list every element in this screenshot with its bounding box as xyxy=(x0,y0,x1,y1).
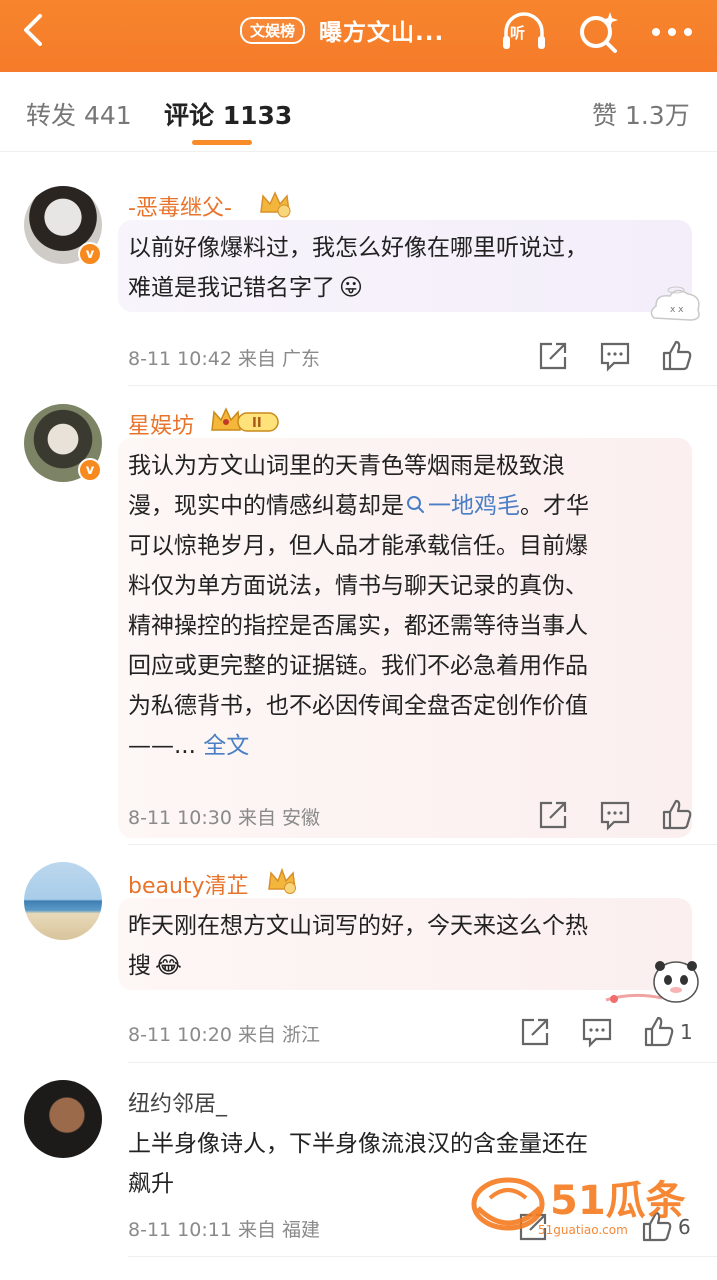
repost-icon[interactable] xyxy=(536,339,570,373)
comment-location: 来自 浙江 xyxy=(237,1024,321,1046)
comment-text-line: 料仅为单方面说法，情书与聊天记录的真伪、 xyxy=(128,573,588,599)
divider xyxy=(128,385,717,386)
crown-badge-icon xyxy=(260,191,291,218)
like-icon[interactable] xyxy=(660,798,694,832)
username[interactable]: 纽约邻居_ xyxy=(128,1086,227,1118)
header-title-group[interactable]: 文娱榜 曝方文山... xyxy=(240,12,444,48)
reply-icon[interactable] xyxy=(598,339,632,373)
comment-bubble: 我认为方文山词里的天青色等烟雨是极致浪 漫，现实中的情感纠葛却是 一地鸡毛。才华 … xyxy=(118,438,692,838)
comment-sheet: 转发 441 评论 1133 赞 1.3万 v -恶毒继父- 以前好像爆料过，我… xyxy=(0,72,717,1280)
username[interactable]: 星娱坊 xyxy=(128,408,194,440)
comment-text-line: ——... xyxy=(128,733,196,759)
listen-label: 听 xyxy=(510,24,526,42)
tongue-emoji-icon: 😛 xyxy=(339,275,363,301)
username[interactable]: beauty清芷 xyxy=(128,868,249,900)
comment-text-line: 昨天刚在想方文山词写的好，今天来这么个热 xyxy=(128,913,588,939)
crown-badge-icon xyxy=(268,867,296,894)
comment-time: 8-11 10:30 xyxy=(128,807,232,829)
search-link[interactable]: 一地鸡毛 xyxy=(404,493,520,519)
panda-sticker-icon xyxy=(605,961,699,1003)
tab-likes[interactable]: 赞 1.3万 xyxy=(592,96,690,132)
comment-text-line: 为私德背书，也不必因传闻全盘否定创作价值 xyxy=(128,693,588,719)
comment-location: 来自 安徽 xyxy=(237,807,321,829)
comment-meta: 8-11 10:30 来自 安徽 xyxy=(128,803,320,830)
search-icon xyxy=(407,496,424,513)
tab-comments[interactable]: 评论 1133 xyxy=(164,96,292,132)
watermark-url: 51guatiao.com xyxy=(538,1223,628,1237)
cloud-sticker-icon: x x xyxy=(650,286,700,321)
verified-icon: v xyxy=(78,458,102,482)
more-icon[interactable] xyxy=(648,8,696,56)
comment-location: 来自 广东 xyxy=(237,348,321,370)
comment-meta: 8-11 10:42 来自 广东 xyxy=(128,344,320,371)
comment-bubble: 以前好像爆料过，我怎么好像在哪里听说过， 难道是我记错名字了 😛 xyxy=(118,220,692,312)
svg-text:x x: x x xyxy=(670,305,684,315)
like-icon[interactable] xyxy=(642,1015,676,1049)
comment-text-line: 以前好像爆料过，我怎么好像在哪里听说过， xyxy=(128,235,588,261)
comment-text-line: 上半身像诗人，下半身像流浪汉的含金量还在 xyxy=(128,1131,588,1157)
username[interactable]: -恶毒继父- xyxy=(128,190,232,222)
comment-text-after-link: 。才华 xyxy=(520,493,589,519)
avatar[interactable] xyxy=(24,862,102,940)
top-bar: 文娱榜 曝方文山... 听 xyxy=(0,0,717,72)
back-arrow-icon[interactable] xyxy=(14,10,54,50)
comment-text-line: 漫，现实中的情感纠葛却是 xyxy=(128,493,404,519)
divider xyxy=(128,1256,717,1257)
watermark-brand: 51瓜条 xyxy=(550,1178,686,1224)
reply-icon[interactable] xyxy=(598,798,632,832)
tab-reposts[interactable]: 转发 441 xyxy=(26,96,132,132)
comment-time: 8-11 10:11 xyxy=(128,1219,232,1241)
header-title: 曝方文山... xyxy=(319,20,445,46)
comment-time: 8-11 10:42 xyxy=(128,348,232,370)
comment-text-line: 搜 xyxy=(128,953,151,979)
comment-meta: 8-11 10:11 来自 福建 xyxy=(128,1215,320,1242)
listen-button[interactable]: 听 xyxy=(500,8,548,56)
divider xyxy=(128,844,717,845)
avatar[interactable] xyxy=(24,1080,102,1158)
repost-icon[interactable] xyxy=(536,798,570,832)
comment-meta: 8-11 10:20 来自 浙江 xyxy=(128,1020,320,1047)
comment-time: 8-11 10:20 xyxy=(128,1024,232,1046)
comment-text-line: 可以惊艳岁月，但人品才能承载信任。目前爆 xyxy=(128,533,588,559)
hot-list-badge: 文娱榜 xyxy=(240,16,306,44)
level-crown-badge-icon: II xyxy=(211,407,279,432)
full-text-link[interactable]: 全文 xyxy=(203,733,249,759)
active-tab-indicator xyxy=(192,140,252,145)
watermark-logo-icon: 51瓜条 51guatiao.com xyxy=(471,1177,686,1237)
comment-text-line: 回应或更完整的证据链。我们不必急着用作品 xyxy=(128,653,588,679)
like-icon[interactable] xyxy=(660,339,694,373)
comment-text-line: 我认为方文山词里的天青色等烟雨是极致浪 xyxy=(128,453,565,479)
comment-text-line: 难道是我记错名字了 xyxy=(128,275,335,301)
watermark: 51瓜条 51guatiao.com xyxy=(470,1168,700,1240)
comment-location: 来自 福建 xyxy=(237,1219,321,1241)
repost-icon[interactable] xyxy=(518,1015,552,1049)
search-link-text: 一地鸡毛 xyxy=(428,493,520,519)
comment-text-line: 精神操控的指控是否属实，都还需等待当事人 xyxy=(128,613,588,639)
like-count: 1 xyxy=(680,1020,693,1044)
tab-bar: 转发 441 评论 1133 赞 1.3万 xyxy=(0,72,717,152)
verified-icon: v xyxy=(78,242,102,266)
reply-icon[interactable] xyxy=(580,1015,614,1049)
rank-badge: II xyxy=(252,416,262,431)
search-sparkle-icon[interactable] xyxy=(574,8,622,56)
divider xyxy=(128,1062,717,1063)
laughing-emoji-icon: 😂 xyxy=(155,953,182,979)
